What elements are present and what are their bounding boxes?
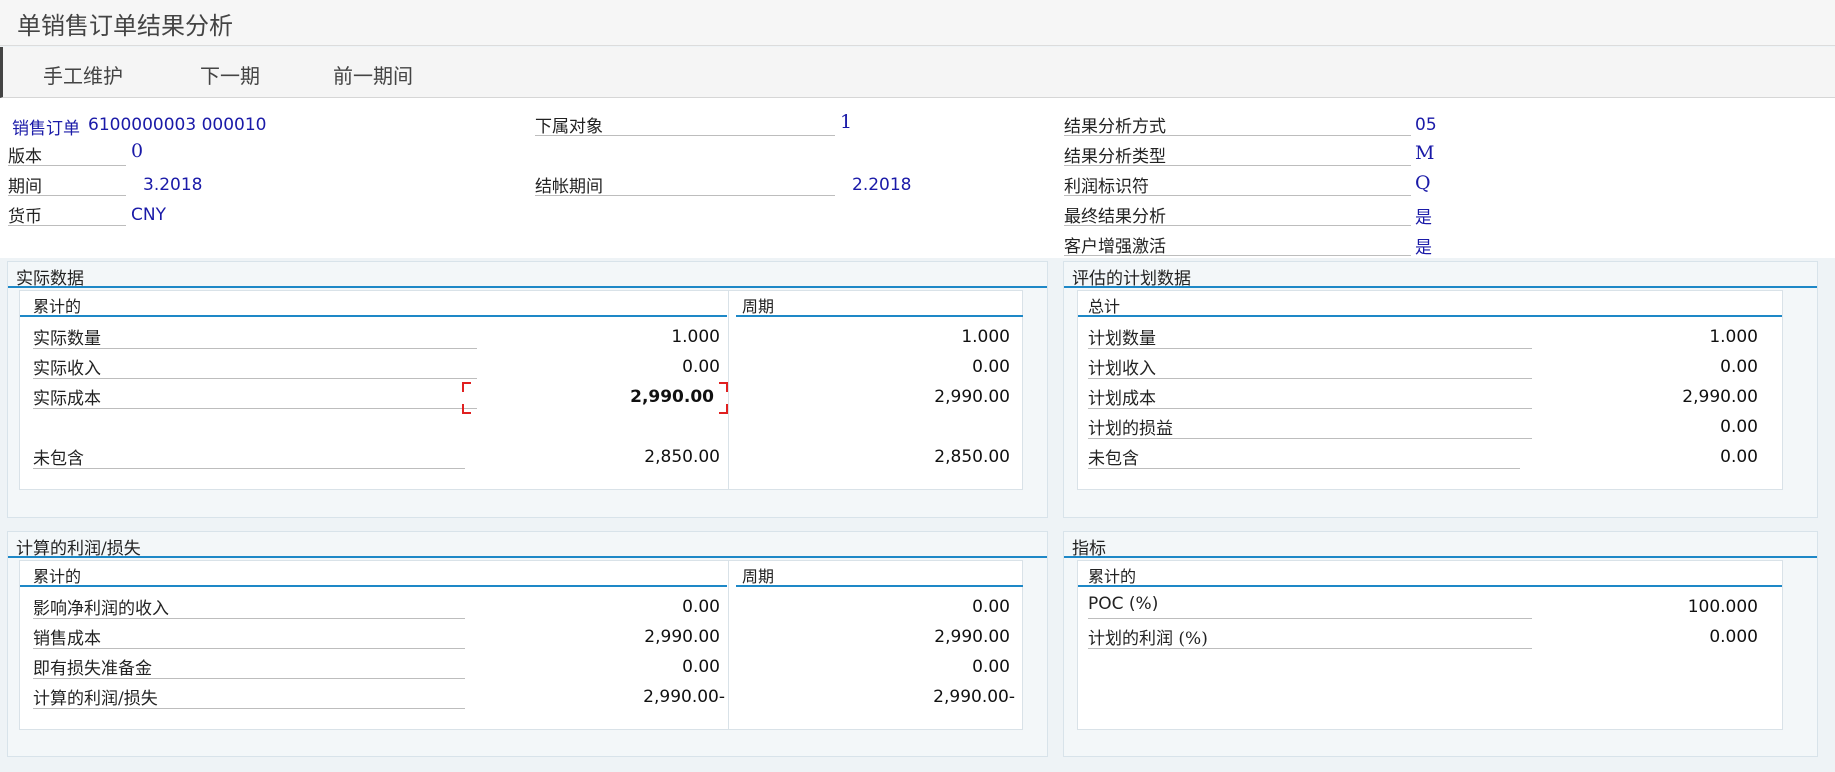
- header-underline: [1078, 315, 1782, 317]
- actual-cum-value[interactable]: 1.000: [540, 327, 720, 347]
- sub-object-label: 下属对象: [535, 112, 835, 137]
- focus-bracket: [719, 404, 728, 414]
- period-value[interactable]: 3.2018: [143, 175, 202, 195]
- profit-row-label: 影响净利润的收入: [33, 594, 465, 619]
- actual-cum-value-focused[interactable]: 2,990.00: [520, 387, 714, 407]
- planned-row-label: 未包含: [1088, 444, 1520, 469]
- window-title: 单销售订单结果分析: [17, 12, 233, 40]
- focus-bracket: [719, 382, 728, 392]
- panel-divider: [1064, 556, 1817, 558]
- version-label: 版本: [8, 142, 126, 167]
- profit-period-value[interactable]: 0.00: [810, 597, 1010, 617]
- planned-value[interactable]: 0.00: [1558, 357, 1758, 377]
- panel-divider: [1064, 286, 1817, 288]
- indicators-panel: 指标 累计的 POC (%) 100.000 计划的利润 (%) 0.000: [1063, 531, 1818, 757]
- planned-row-label: 计划数量: [1088, 324, 1532, 349]
- currency-label: 货币: [8, 202, 126, 227]
- actual-period-value[interactable]: 0.00: [810, 357, 1010, 377]
- profit-cum-value[interactable]: 2,990.00: [520, 627, 720, 647]
- profit-period-value[interactable]: 2,990.00-: [810, 687, 1015, 707]
- profit-row-label: 销售成本: [33, 624, 465, 649]
- panel-divider: [8, 556, 1047, 558]
- planned-value[interactable]: 1.000: [1558, 327, 1758, 347]
- focus-bracket: [462, 382, 471, 392]
- profit-row-label: 计算的利润/损失: [33, 684, 465, 709]
- header-underline: [736, 585, 1023, 587]
- manual-maintain-button[interactable]: 手工维护: [43, 60, 123, 89]
- indicator-row-label: POC (%): [1088, 594, 1532, 619]
- ra-type-value[interactable]: M: [1415, 142, 1434, 164]
- customer-enhancement-label: 客户增强激活: [1064, 232, 1411, 257]
- final-ra-label: 最终结果分析: [1064, 202, 1411, 227]
- planned-data-panel: 评估的计划数据 总计 计划数量 1.000 计划收入 0.00 计划成本 2,9…: [1063, 261, 1818, 518]
- header-fields: 销售订单 6100000003 000010 版本 0 期间 3.2018 货币…: [0, 98, 1835, 258]
- indicators-box: 累计的 POC (%) 100.000 计划的利润 (%) 0.000: [1077, 560, 1783, 730]
- toolbar: 手工维护 下一期 前一期间: [0, 47, 1835, 98]
- title-bar: 单销售订单结果分析: [0, 0, 1835, 46]
- actual-data-panel: 实际数据 累计的 周期 实际数量 1.000 1.000 实际收入 0.00 0…: [7, 261, 1048, 518]
- actual-cum-value[interactable]: 0.00: [540, 357, 720, 377]
- version-value[interactable]: 0: [131, 140, 143, 162]
- actual-period-header: 周期: [742, 297, 775, 316]
- profit-cumulative-header: 累计的: [33, 567, 82, 586]
- actual-period-value[interactable]: 1.000: [810, 327, 1010, 347]
- actual-row-label: 未包含: [33, 444, 465, 469]
- profit-cum-value[interactable]: 0.00: [520, 657, 720, 677]
- focus-bracket: [462, 404, 471, 414]
- calculated-profit-panel: 计算的利润/损失 累计的 周期 影响净利润的收入 0.00 0.00 销售成本 …: [7, 531, 1048, 757]
- header-underline: [20, 585, 727, 587]
- final-ra-value[interactable]: 是: [1415, 203, 1432, 228]
- indicators-cumulative-header: 累计的: [1088, 567, 1137, 586]
- indicator-value[interactable]: 100.000: [1558, 597, 1758, 617]
- customer-enhancement-value[interactable]: 是: [1415, 233, 1432, 258]
- period-label: 期间: [8, 172, 126, 197]
- profit-cum-value[interactable]: 2,990.00-: [520, 687, 725, 707]
- sales-order-value[interactable]: 6100000003 000010: [88, 115, 266, 135]
- planned-row-label: 计划的损益: [1088, 414, 1532, 439]
- actual-cum-value[interactable]: 2,850.00: [540, 447, 720, 467]
- currency-value[interactable]: CNY: [131, 205, 166, 225]
- planned-data-box: 总计 计划数量 1.000 计划收入 0.00 计划成本 2,990.00 计划…: [1077, 290, 1783, 490]
- column-separator: [728, 291, 729, 490]
- previous-period-button[interactable]: 前一期间: [333, 60, 413, 89]
- planned-value[interactable]: 0.00: [1558, 417, 1758, 437]
- profit-indicator-label: 利润标识符: [1064, 172, 1411, 197]
- indicator-value[interactable]: 0.000: [1558, 627, 1758, 647]
- planned-total-header: 总计: [1088, 297, 1121, 316]
- actual-period-value[interactable]: 2,850.00: [810, 447, 1010, 467]
- profit-row-label: 即有损失准备金: [33, 654, 465, 679]
- closing-period-value[interactable]: 2.2018: [852, 175, 911, 195]
- panel-divider: [8, 286, 1047, 288]
- planned-value[interactable]: 0.00: [1558, 447, 1758, 467]
- profit-period-header: 周期: [742, 567, 775, 586]
- next-period-button[interactable]: 下一期: [200, 60, 260, 89]
- profit-indicator-value[interactable]: Q: [1415, 172, 1431, 194]
- sub-object-value[interactable]: 1: [840, 111, 852, 133]
- column-separator: [728, 561, 729, 730]
- actual-row-label: 实际数量: [33, 324, 477, 349]
- profit-cum-value[interactable]: 0.00: [520, 597, 720, 617]
- closing-period-label: 结帐期间: [535, 172, 835, 197]
- header-underline: [1078, 585, 1782, 587]
- planned-row-label: 计划收入: [1088, 354, 1532, 379]
- ra-method-label: 结果分析方式: [1064, 112, 1411, 137]
- actual-row-label: 实际收入: [33, 354, 477, 379]
- actual-data-box: 累计的 周期 实际数量 1.000 1.000 实际收入 0.00 0.00 实…: [19, 290, 1023, 490]
- sales-order-label: 销售订单: [12, 119, 80, 139]
- actual-row-label: 实际成本: [33, 384, 477, 409]
- planned-row-label: 计划成本: [1088, 384, 1532, 409]
- planned-value[interactable]: 2,990.00: [1558, 387, 1758, 407]
- ra-method-value[interactable]: 05: [1415, 115, 1437, 135]
- header-underline: [20, 315, 727, 317]
- profit-period-value[interactable]: 2,990.00: [810, 627, 1010, 647]
- profit-period-value[interactable]: 0.00: [810, 657, 1010, 677]
- indicator-row-label: 计划的利润 (%): [1088, 624, 1532, 649]
- actual-period-value[interactable]: 2,990.00: [810, 387, 1010, 407]
- ra-type-label: 结果分析类型: [1064, 142, 1411, 167]
- header-underline: [736, 315, 1023, 317]
- calculated-profit-box: 累计的 周期 影响净利润的收入 0.00 0.00 销售成本 2,990.00 …: [19, 560, 1023, 730]
- actual-cumulative-header: 累计的: [33, 297, 82, 316]
